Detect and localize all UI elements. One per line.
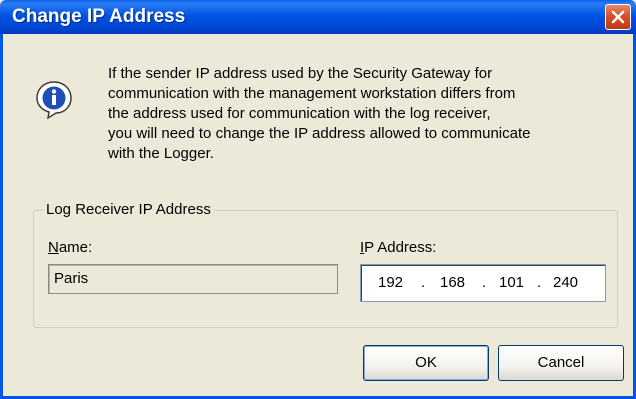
ip-octet-1[interactable]: 192	[378, 274, 403, 291]
ip-separator: .	[537, 274, 542, 291]
name-label-text: ame:	[58, 239, 93, 256]
message-line: the address used for communication with …	[108, 105, 491, 122]
message-line: If the sender IP address used by the Sec…	[108, 65, 493, 82]
ip-separator: .	[421, 274, 426, 291]
ip-octet-3[interactable]: 101	[499, 274, 524, 291]
message-line: with the Logger.	[108, 145, 214, 162]
group-legend: Log Receiver IP Address	[43, 201, 214, 218]
ok-button[interactable]: OK	[363, 345, 489, 381]
name-field[interactable]: Paris	[48, 264, 338, 294]
ip-octet-4[interactable]: 240	[553, 274, 578, 291]
close-icon	[611, 10, 625, 24]
ip-separator: .	[482, 274, 487, 291]
name-label-mnemonic: N	[48, 239, 59, 256]
info-icon	[36, 81, 72, 119]
title-bar[interactable]: Change IP Address	[0, 0, 636, 34]
message-line: you will need to change the IP address a…	[108, 125, 531, 142]
cancel-button[interactable]: Cancel	[498, 345, 624, 381]
name-label: Name:	[48, 239, 92, 256]
ip-label-text: P Address:	[364, 239, 437, 256]
ip-address-label: IP Address:	[360, 239, 436, 256]
message-line: communication with the management workst…	[108, 85, 516, 102]
close-button[interactable]	[605, 4, 631, 30]
ip-octet-2[interactable]: 168	[440, 274, 465, 291]
ip-address-field[interactable]: 192 . 168 . 101 . 240	[360, 264, 606, 302]
info-message: If the sender IP address used by the Sec…	[108, 64, 628, 164]
window-title: Change IP Address	[12, 6, 186, 27]
change-ip-dialog: Change IP Address If the sender IP addre…	[0, 0, 636, 399]
